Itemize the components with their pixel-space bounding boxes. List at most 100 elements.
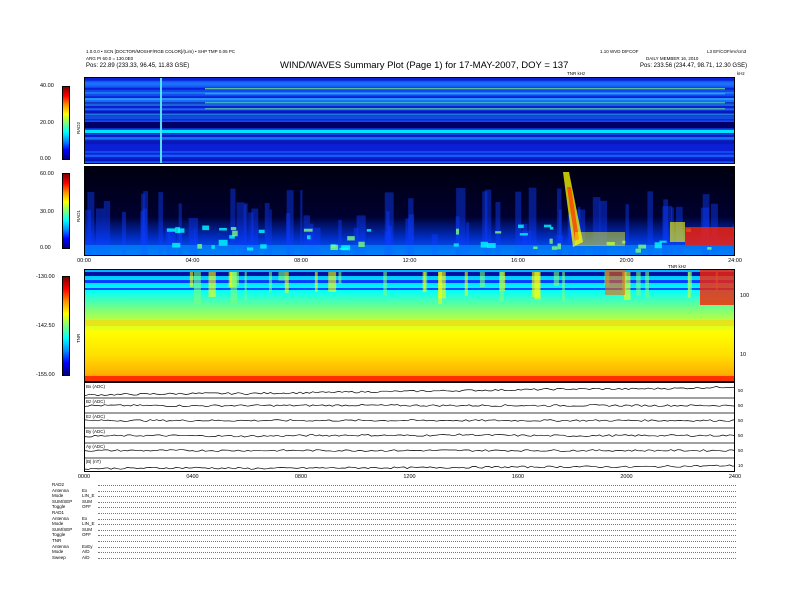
rad1-blob (341, 245, 351, 251)
info-row: Sweep A/D (52, 555, 736, 561)
info-dotted-line (98, 555, 736, 559)
rad1-blob (495, 231, 502, 234)
tnr-burst (636, 272, 641, 296)
params-xtick: 0400 (186, 474, 199, 480)
tnr-burst (268, 272, 273, 293)
params-series-right-tick: 50 (738, 402, 744, 408)
tnr-burst-region (605, 270, 625, 295)
tnr-late-emission (700, 270, 734, 305)
rad1-axis-label: RAD1 (76, 209, 81, 222)
info-dotted-line (98, 544, 736, 548)
rad1-late-emission (685, 227, 734, 245)
rad2-band (85, 116, 734, 118)
rad1-cbar-tick-0: 60.00 (40, 171, 54, 177)
rad2-spectrogram (84, 77, 735, 164)
rad1-blob (455, 228, 460, 235)
tnr-burst (244, 272, 247, 300)
tnr-burst (284, 272, 289, 293)
rad1-blob (202, 225, 210, 231)
rad1-blob (218, 239, 228, 246)
header-left-line3: Pos: 22.89 (233.33, 96.45, 11.83 GSE) (86, 63, 190, 69)
rad2-axis-label: RAD2 (76, 121, 81, 134)
rad1-blob (519, 233, 528, 236)
rad1-blob (303, 228, 313, 232)
info-dotted-line (98, 499, 736, 503)
rad1-xtick: 24:00 (728, 258, 742, 264)
rad2-emission-line (205, 102, 725, 104)
tnr-burst (208, 272, 216, 297)
rad2-band (85, 110, 734, 114)
info-dotted-line (98, 527, 736, 531)
header-rad-units: TNR kHz (567, 71, 586, 76)
rad2-band (85, 150, 734, 154)
rad1-blob (551, 246, 558, 250)
rad1-blob (453, 243, 459, 247)
info-dotted-line (98, 488, 736, 492)
params-xtick: 2400 (728, 474, 742, 480)
rad2-band (85, 118, 734, 121)
info-dotted-line (98, 521, 736, 526)
rad2-emission-line (205, 88, 725, 90)
rad1-blob (246, 247, 254, 251)
params-series-label: Ay (ADC) (86, 444, 105, 449)
rad1-blob (330, 244, 338, 251)
params-panel (84, 382, 735, 472)
tnr-burst (438, 272, 443, 304)
info-dotted-line (98, 504, 736, 509)
tnr-burst (534, 272, 541, 300)
rad1-blob (549, 238, 553, 244)
rad1-spectrogram (84, 166, 735, 256)
rad1-colorbar (62, 173, 70, 249)
rad2-band (85, 161, 734, 163)
header-right-line1: 1.10 WVD DIFCOF (600, 49, 639, 54)
info-dotted-line (98, 549, 736, 554)
rad2-emission-line (205, 108, 725, 110)
tnr-colorbar (62, 276, 70, 376)
tnr-burst (338, 272, 342, 284)
rad1-blob (518, 224, 524, 229)
tnr-burst (499, 272, 504, 302)
rad1-blob (707, 247, 712, 250)
tnr-burst (687, 272, 693, 294)
rad1-blob (258, 229, 265, 234)
rad1-blob (543, 224, 552, 228)
rad2-svg (85, 78, 734, 163)
params-xtick: 1600 (511, 474, 525, 480)
tnr-burst (479, 272, 485, 287)
header-left-line1: 1.0.0.0 • SCN [DOCTOR/MOSHF/RGB COLOR]/(… (86, 49, 236, 54)
params-series-line (85, 433, 734, 438)
tnr-burst (553, 272, 560, 286)
tnr-cbar-tick-0: -130.00 (36, 274, 55, 280)
params-xtick: 2000 (620, 474, 633, 480)
rad1-blob (232, 230, 238, 237)
tnr-svg (85, 270, 734, 381)
tnr-burst (422, 272, 426, 292)
header-right-line3: Pos: 233.56 (234.47, 98.71, 12.30 GSE) (640, 63, 748, 69)
params-series-right-tick: 50 (738, 417, 744, 423)
tnr-plasma-line (85, 320, 734, 326)
rad1-xtick: 04:00 (185, 258, 200, 264)
rad1-blob (197, 244, 203, 249)
rad1-blob (487, 243, 496, 248)
rad2-band (85, 101, 734, 103)
tnr-cbar-tick-2: -155.00 (36, 372, 55, 378)
tnr-spectrogram (84, 269, 735, 382)
tnr-burst (464, 272, 468, 297)
rad1-blob (533, 246, 538, 250)
rad1-blob (638, 244, 647, 249)
page-title: WIND/WAVES Summary Plot (Page 1) for 17-… (280, 60, 569, 71)
params-series-line (85, 449, 734, 452)
tnr-burst (278, 272, 285, 281)
rad1-blob (635, 248, 641, 253)
rad1-burst-tail (575, 232, 625, 246)
rad2-band (85, 134, 734, 137)
rad2-bright-band (85, 130, 734, 133)
params-series-line (85, 419, 734, 422)
info-value: A/D (82, 554, 90, 560)
tnr-right-tick-0: 100 (740, 293, 750, 299)
tnr-burst (314, 272, 318, 292)
info-block: RAD2 Antenna Ex Mode LIN_E SUM/SEP SUM Toggle OF… (52, 482, 736, 560)
rad2-cbar-tick-1: 20.00 (40, 120, 54, 126)
info-dotted-line (98, 516, 736, 520)
params-series-label: By (ADC) (86, 429, 105, 434)
